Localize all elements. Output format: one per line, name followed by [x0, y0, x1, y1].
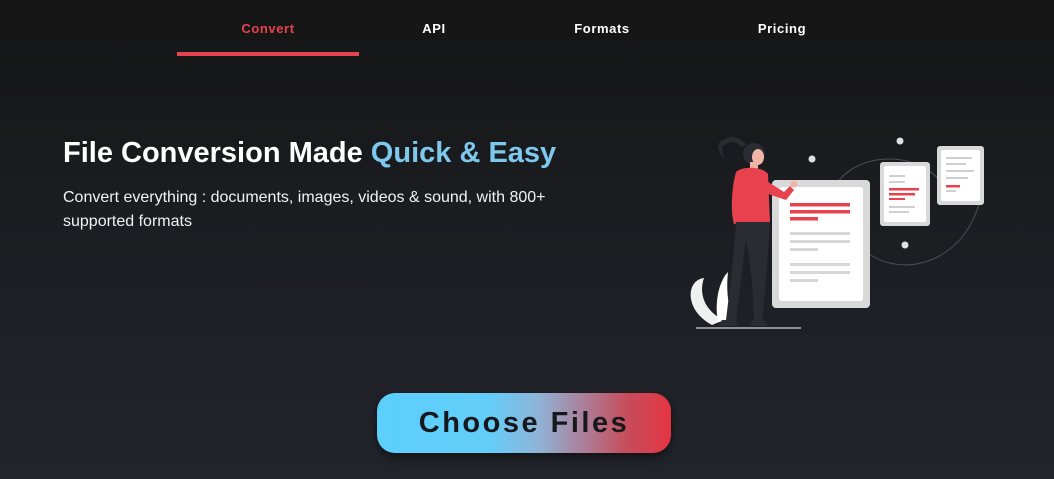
- nav-tab-convert[interactable]: Convert: [177, 21, 359, 37]
- active-tab-indicator: [177, 52, 359, 56]
- hero-title: File Conversion Made Quick & Easy: [63, 137, 556, 170]
- nav-tab-pricing[interactable]: Pricing: [732, 21, 832, 37]
- hero-subtitle: Convert everything : documents, images, …: [63, 189, 546, 230]
- nav-tab-api[interactable]: API: [384, 21, 484, 37]
- nav-tab-formats[interactable]: Formats: [552, 21, 652, 37]
- top-nav: Convert API Formats Pricing: [0, 0, 1054, 60]
- choose-files-button[interactable]: Choose Files: [377, 393, 671, 453]
- hero-title-accent: Quick & Easy: [370, 137, 557, 169]
- woman-with-documents-illustration: [684, 130, 994, 335]
- hero-title-main: File Conversion Made: [63, 137, 371, 169]
